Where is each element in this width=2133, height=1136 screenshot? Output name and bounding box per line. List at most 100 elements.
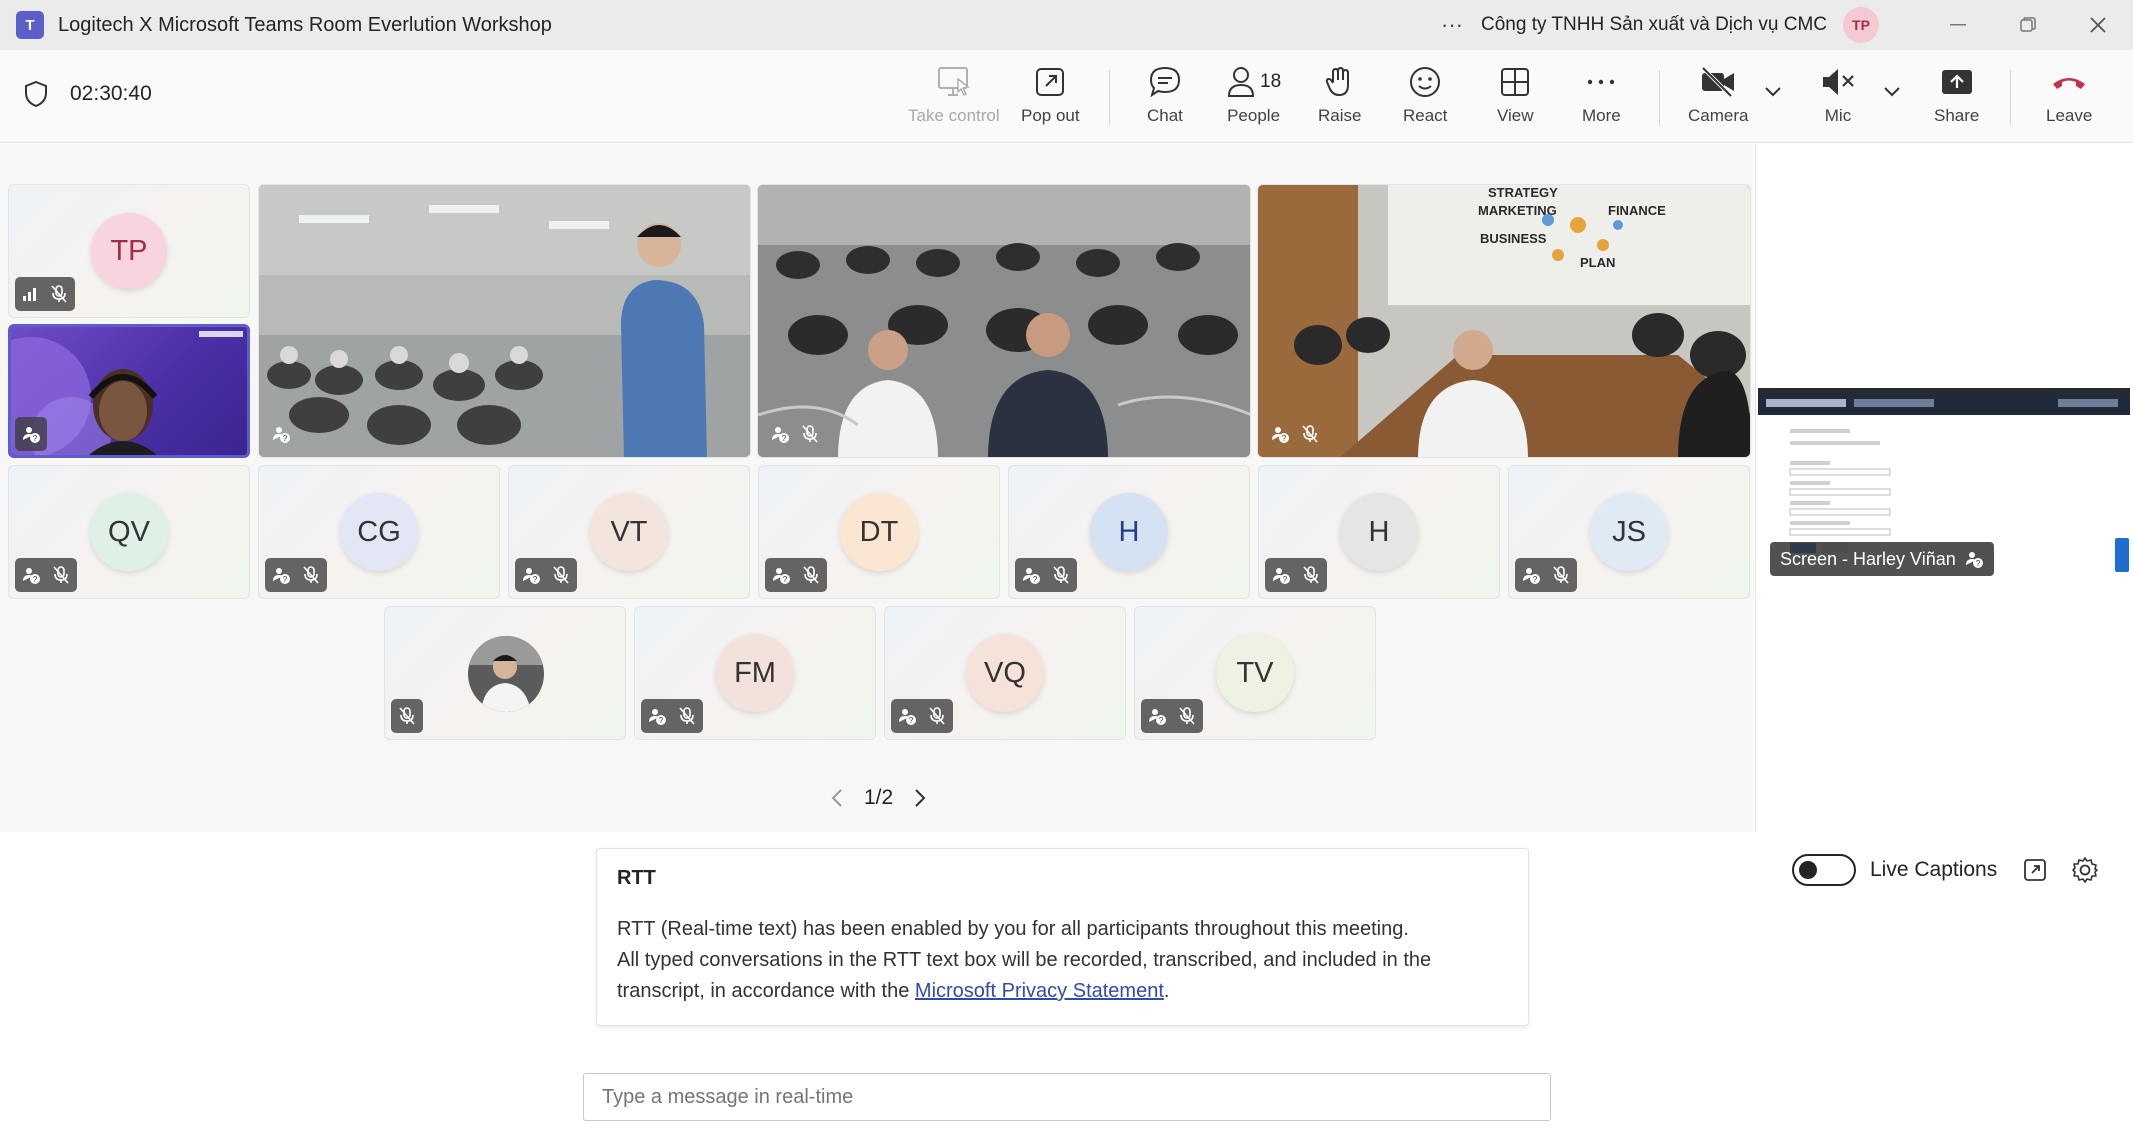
participant-status: ?	[891, 699, 953, 733]
unknown-device-icon: ?	[1272, 427, 1289, 443]
previous-page-chevron-icon[interactable]	[830, 787, 844, 809]
restore-button[interactable]	[1993, 0, 2063, 50]
mic-off-icon	[1823, 69, 1854, 95]
take-control-icon	[937, 67, 970, 97]
participant-tile-photo[interactable]	[384, 606, 626, 740]
rtt-message-input[interactable]	[583, 1073, 1551, 1121]
grid-view-icon	[1501, 68, 1530, 96]
room-video-feed: STRATEGY MARKETING BUSINESS PLAN FINANCE	[1258, 185, 1750, 457]
user-avatar[interactable]: TP	[1843, 7, 1879, 43]
participant-tile-room-video-2[interactable]: ?	[757, 184, 1251, 458]
react-button[interactable]: React	[1403, 64, 1447, 134]
unknown-device-icon: ?	[1273, 568, 1290, 584]
people-button[interactable]: 18 People	[1226, 64, 1281, 134]
mic-muted-icon	[399, 707, 415, 725]
svg-text:?: ?	[1033, 575, 1038, 584]
mic-options-chevron-icon[interactable]	[1883, 86, 1901, 98]
participant-tile[interactable]: VT?	[508, 465, 750, 599]
participant-tile-tp[interactable]: TP	[8, 184, 250, 318]
pop-out-captions-icon[interactable]	[2023, 858, 2047, 882]
participant-tile[interactable]: CG?	[258, 465, 500, 599]
live-captions-toggle[interactable]	[1792, 854, 1856, 886]
take-control-button[interactable]: Take control	[908, 64, 1000, 134]
participant-initials: CG	[357, 515, 401, 548]
raise-hand-icon	[1325, 66, 1349, 97]
chat-icon	[1149, 66, 1180, 98]
mic-muted-icon	[1053, 566, 1069, 584]
mic-muted-icon	[679, 707, 695, 725]
camera-options-chevron-icon[interactable]	[1764, 86, 1782, 98]
participant-avatar: TV	[1216, 634, 1294, 712]
participant-tile[interactable]: H?	[1008, 465, 1250, 599]
participant-tile[interactable]: QV?	[8, 465, 250, 599]
svg-text:?: ?	[659, 716, 664, 725]
signal-bars-icon	[23, 288, 36, 301]
svg-text:BUSINESS: BUSINESS	[1480, 231, 1547, 246]
minimize-button[interactable]	[1923, 0, 1993, 50]
participant-status: ?	[764, 417, 826, 451]
rtt-area: RTT RTT (Real-time text) has been enable…	[0, 832, 2133, 1136]
participant-status: ?	[1264, 417, 1326, 451]
pop-out-button[interactable]: Pop out	[1021, 64, 1080, 134]
participant-tile[interactable]: FM?	[634, 606, 876, 740]
live-captions-controls: Live Captions	[1792, 854, 2099, 886]
svg-text:?: ?	[283, 575, 288, 584]
participant-tile-active-speaker[interactable]: ?	[8, 324, 250, 458]
more-button[interactable]: More	[1582, 64, 1621, 134]
participant-avatar: JS	[1590, 493, 1668, 571]
rtt-title: RTT	[617, 867, 656, 889]
more-icon	[1588, 79, 1615, 85]
svg-text:PLAN: PLAN	[1580, 255, 1615, 270]
participant-tile[interactable]: TV?	[1134, 606, 1376, 740]
unknown-device-icon: ?	[772, 427, 789, 443]
leave-button[interactable]: Leave	[2046, 64, 2092, 134]
close-button[interactable]	[2063, 0, 2133, 50]
raise-hand-button[interactable]: Raise	[1318, 64, 1361, 134]
participant-status: ?	[265, 558, 327, 592]
chat-button[interactable]: Chat	[1147, 64, 1183, 134]
live-captions-label: Live Captions	[1870, 858, 1998, 881]
camera-button[interactable]: Camera	[1688, 64, 1748, 134]
share-button[interactable]: Share	[1934, 64, 1979, 134]
participant-status: ?	[641, 699, 703, 733]
screen-share-thumbnail[interactable]: Screen - Harley Viñan ?	[1758, 388, 2130, 588]
svg-text:FINANCE: FINANCE	[1608, 203, 1666, 218]
participant-status	[15, 277, 75, 311]
title-bar: T Logitech X Microsoft Teams Room Everlu…	[0, 0, 2133, 50]
participant-avatar: VT	[590, 493, 668, 571]
participant-initials: JS	[1612, 515, 1646, 548]
participant-avatar: QV	[90, 493, 168, 571]
pop-out-icon	[1036, 68, 1065, 96]
participant-avatar: FM	[716, 634, 794, 712]
more-options-icon[interactable]: ···	[1441, 12, 1463, 38]
participant-avatar: TP	[91, 213, 167, 289]
participant-status: ?	[15, 558, 77, 592]
gear-icon[interactable]	[2071, 856, 2099, 884]
unknown-device-icon: ?	[1149, 709, 1166, 725]
mic-muted-icon	[1302, 425, 1318, 443]
next-page-chevron-icon[interactable]	[913, 787, 927, 809]
panel-scroll-indicator[interactable]	[2115, 538, 2129, 572]
mic-muted-icon	[802, 425, 818, 443]
privacy-statement-link[interactable]: Microsoft Privacy Statement	[915, 980, 1164, 1002]
participant-initials: TV	[1236, 656, 1274, 689]
participant-avatar: H	[1340, 493, 1418, 571]
participant-tile-room-video-3[interactable]: STRATEGY MARKETING BUSINESS PLAN FINANCE…	[1257, 184, 1751, 458]
participant-status: ?	[265, 417, 297, 451]
participant-tile[interactable]: JS?	[1508, 465, 1750, 599]
mic-muted-icon	[303, 566, 319, 584]
participant-tile[interactable]: H?	[1258, 465, 1500, 599]
view-button[interactable]: View	[1497, 64, 1534, 134]
mic-button[interactable]: Mic	[1820, 64, 1856, 134]
meeting-timer: 02:30:40	[70, 82, 152, 105]
participant-tile-room-video-1[interactable]: ?	[258, 184, 751, 458]
people-count: 18	[1260, 71, 1282, 92]
rtt-notice-text: RTT (Real-time text) has been enabled by…	[617, 918, 1432, 1002]
mic-muted-icon	[51, 285, 67, 303]
organization-name[interactable]: Công ty TNHH Sản xuất và Dịch vụ CMC	[1481, 14, 1827, 36]
unknown-device-icon: ?	[1523, 568, 1540, 584]
participant-tile[interactable]: DT?	[758, 465, 1000, 599]
participant-tile[interactable]: VQ?	[884, 606, 1126, 740]
hang-up-icon	[2053, 78, 2086, 89]
participant-status: ?	[1141, 699, 1203, 733]
